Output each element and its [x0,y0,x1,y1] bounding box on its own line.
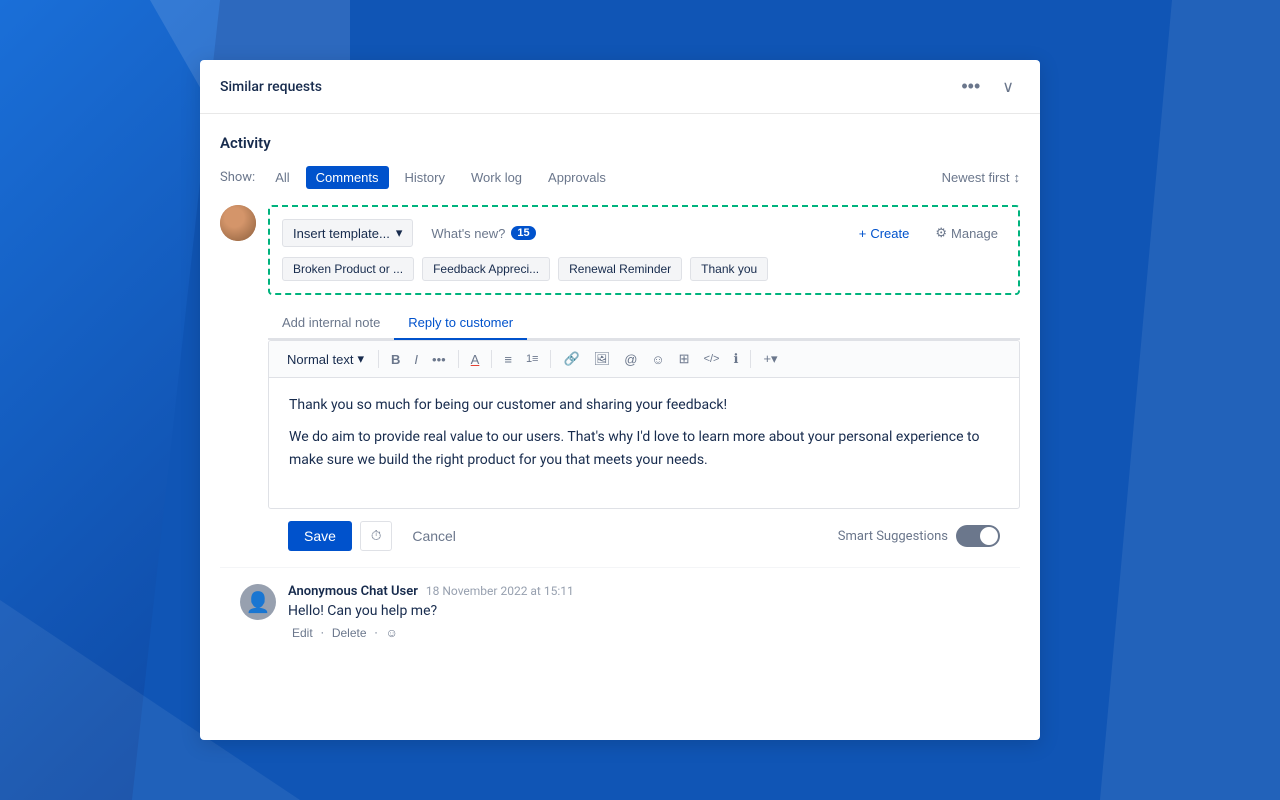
italic-button[interactable]: I [408,348,424,371]
show-label: Show: [220,170,255,185]
chevron-down-icon: ▾ [396,225,403,241]
chevron-down-icon: ▾ [357,351,364,367]
similar-requests-collapse-button[interactable]: ∨ [996,75,1020,99]
anonymous-user-icon: 👤 [246,590,271,614]
editor-container: Normal text ▾ B I ••• A ≡ 1≡ 🔗 [268,340,1020,509]
reply-tabs: Add internal note Reply to customer [268,307,1020,340]
template-tag-0[interactable]: Broken Product or ... [282,257,414,281]
editor-line-2: We do aim to provide real value to our u… [289,426,999,471]
template-top-row: Insert template... ▾ What's new? 15 + Cr… [282,219,1006,247]
timer-button[interactable]: ⏱ [360,521,392,551]
manage-label: Manage [951,226,998,241]
mention-button[interactable]: @ [618,348,643,371]
commenter-avatar: 👤 [240,584,276,620]
toggle-knob [980,527,998,545]
show-filter-row: Show: All Comments History Work log Appr… [220,166,1020,189]
comment-separator-1: · [321,626,324,640]
comment-header: Anonymous Chat User 18 November 2022 at … [288,584,1000,599]
image-button[interactable]: 🖼 [588,347,617,371]
ordered-list-button[interactable]: 1≡ [520,349,545,369]
save-button[interactable]: Save [288,521,352,551]
toolbar-separator-4 [550,350,551,368]
filter-btn-approvals[interactable]: Approvals [538,166,616,189]
toolbar-separator-3 [491,350,492,368]
filter-btn-comments[interactable]: Comments [306,166,389,189]
text-format-dropdown[interactable]: Normal text ▾ [279,347,372,371]
newest-first-label: Newest first [942,170,1010,185]
whats-new-label: What's new? [431,226,505,241]
filter-btn-history[interactable]: History [395,166,455,189]
chevron-down-icon: ∨ [1002,79,1014,96]
delete-comment-button[interactable]: Delete [328,625,371,641]
template-tag-1[interactable]: Feedback Appreci... [422,257,550,281]
comment-timestamp: 18 November 2022 at 15:11 [426,584,574,598]
sort-icon: ↕ [1014,170,1021,185]
text-color-button[interactable]: A [465,348,486,371]
format-label: Normal text [287,352,353,367]
more-options-button[interactable]: +▾ [757,347,783,371]
template-area: Insert template... ▾ What's new? 15 + Cr… [268,205,1020,295]
insert-template-label: Insert template... [293,226,390,241]
newest-first-button[interactable]: Newest first ↕ [942,170,1020,185]
smart-suggestions-toggle[interactable]: ✕ [956,525,1000,547]
tab-reply-to-customer[interactable]: Reply to customer [394,307,527,340]
smart-suggestions-label: Smart Suggestions [838,529,948,544]
toolbar-separator-1 [378,350,379,368]
activity-section: Activity Show: All Comments History Work… [200,114,1040,657]
edit-comment-button[interactable]: Edit [288,625,317,641]
tab-internal-note[interactable]: Add internal note [268,307,394,340]
template-tag-3[interactable]: Thank you [690,257,768,281]
avatar-image [220,205,256,241]
emoji-reaction-button[interactable]: ☺ [382,625,402,641]
info-button[interactable]: ℹ [727,347,744,371]
comment-item: 👤 Anonymous Chat User 18 November 2022 a… [220,567,1020,657]
similar-requests-actions: ••• ∨ [955,74,1020,99]
clock-icon: ⏱ [371,528,381,544]
create-template-button[interactable]: + Create [851,221,918,246]
activity-title: Activity [220,134,1020,152]
comment-actions: Edit · Delete · ☺ [288,625,1000,641]
toolbar-separator-5 [750,350,751,368]
bold-button[interactable]: B [385,348,406,371]
table-button[interactable]: ⊞ [673,347,696,371]
manage-templates-button[interactable]: ⚙ Manage [927,220,1006,246]
link-button[interactable]: 🔗 [557,347,585,371]
filter-btn-worklog[interactable]: Work log [461,166,532,189]
current-user-avatar [220,205,256,241]
comment-text: Hello! Can you help me? [288,603,1000,619]
similar-requests-bar: Similar requests ••• ∨ [200,60,1040,114]
filter-btn-all[interactable]: All [265,166,299,189]
insert-template-button[interactable]: Insert template... ▾ [282,219,413,247]
editor-toolbar: Normal text ▾ B I ••• A ≡ 1≡ 🔗 [269,341,1019,378]
template-editor-area: Insert template... ▾ What's new? 15 + Cr… [268,205,1020,567]
code-button[interactable]: </> [698,349,726,369]
more-formatting-button[interactable]: ••• [426,348,452,371]
gear-icon: ⚙ [935,225,947,241]
action-row: Save ⏱ Cancel Smart Suggestions ✕ [268,509,1020,567]
emoji-button[interactable]: ☺ [645,348,670,371]
template-tag-2[interactable]: Renewal Reminder [558,257,682,281]
comment-separator-2: · [375,626,378,640]
bg-shape-right [1100,0,1280,800]
main-panel: Similar requests ••• ∨ Activity Show: Al… [200,60,1040,740]
similar-requests-dots-button[interactable]: ••• [955,74,986,99]
editor-content[interactable]: Thank you so much for being our customer… [269,378,1019,508]
whats-new-button[interactable]: What's new? 15 [423,221,543,246]
create-label: Create [870,226,909,241]
bullet-list-button[interactable]: ≡ [498,348,518,371]
similar-requests-title: Similar requests [220,79,322,95]
template-tags-row: Broken Product or ... Feedback Appreci..… [282,257,1006,281]
cancel-button[interactable]: Cancel [400,521,468,551]
comment-body: Anonymous Chat User 18 November 2022 at … [288,584,1000,641]
toolbar-separator-2 [458,350,459,368]
smart-suggestions: Smart Suggestions ✕ [838,525,1000,547]
whats-new-badge: 15 [511,226,535,240]
editor-line-1: Thank you so much for being our customer… [289,394,999,416]
comment-author: Anonymous Chat User [288,584,418,599]
plus-icon: + [859,226,867,241]
